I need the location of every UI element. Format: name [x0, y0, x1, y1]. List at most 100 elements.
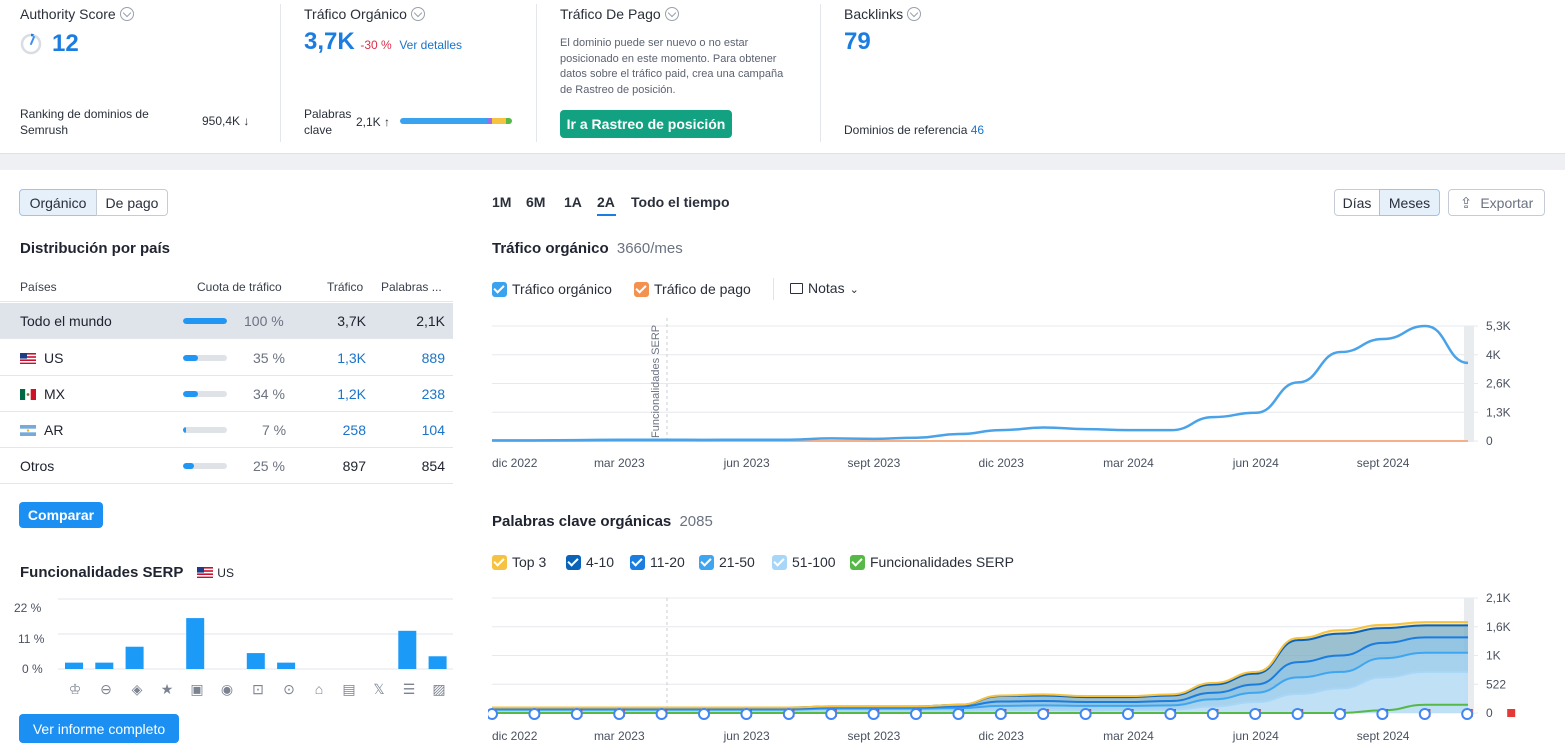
legend-51-100[interactable]: 51-100 [772, 554, 836, 570]
compare-button[interactable]: Comparar [19, 502, 103, 528]
legend-21-50-label: 21-50 [719, 554, 755, 570]
legend-11-20[interactable]: 11-20 [630, 554, 685, 570]
serp-y-tick: 0 % [22, 662, 43, 676]
google-update-icon [1122, 708, 1134, 720]
google-update-icon [1291, 708, 1304, 720]
traffic-x-tick: sept 2024 [1357, 456, 1410, 470]
organic-traffic-chart[interactable]: 5,3K 4K 2,6K 1,3K 0 Funcionalidades SERP dic 2… [488, 310, 1518, 478]
traffic-chart-title: Tráfico orgánico [492, 240, 609, 257]
us-flag-icon [197, 567, 214, 578]
google-update-icon [613, 708, 626, 720]
header-keywords[interactable]: Palabras ... [381, 280, 442, 294]
months-button[interactable]: Meses [1379, 189, 1440, 216]
serp-features-chart [58, 598, 453, 670]
country-traffic[interactable]: 1,2K [337, 386, 366, 402]
serp-annotation-label: Funcionalidades SERP [650, 325, 662, 438]
info-icon[interactable] [664, 7, 679, 21]
legend-21-50[interactable]: 21-50 [699, 554, 755, 570]
full-report-button[interactable]: Ver informe completo [19, 714, 179, 743]
serp-bar [398, 630, 417, 669]
news-icon[interactable]: ▤ [340, 681, 358, 698]
organic-toggle[interactable]: Orgánico [19, 189, 97, 216]
traffic-current-period-band [1464, 326, 1474, 442]
header-traffic[interactable]: Tráfico [327, 280, 363, 294]
checkbox-icon [634, 282, 649, 297]
country-row-mx[interactable]: MX 34 % 1,2K 238 [0, 376, 453, 412]
google-update-icon [1164, 708, 1177, 720]
period-active-underline [597, 214, 616, 216]
period-2a[interactable]: 2A [597, 194, 615, 210]
position-tracking-button[interactable]: Ir a Rastreo de posición [560, 110, 732, 138]
traffic-y-tick: 5,3K [1486, 319, 1511, 333]
checkbox-icon [492, 555, 507, 570]
country-name: MX [44, 386, 65, 402]
info-icon[interactable] [410, 7, 425, 21]
country-traffic[interactable]: 1,3K [337, 350, 366, 366]
image-icon[interactable]: ▣ [188, 681, 206, 698]
organic-keywords-chart[interactable]: 2,1K 1,6K 1K 522 0 dic 2022 mar 2023 jun 2023 se… [488, 585, 1518, 745]
paid-toggle[interactable]: De pago [96, 189, 168, 216]
period-6m[interactable]: 6M [526, 194, 545, 210]
legend-51-100-label: 51-100 [792, 554, 836, 570]
legend-organic-traffic[interactable]: Tráfico orgánico [492, 281, 612, 297]
keywords-x-tick: jun 2024 [1232, 729, 1279, 743]
google-update-icon [1418, 708, 1431, 720]
export-button[interactable]: ⇪ Exportar [1448, 189, 1545, 216]
share-bar [183, 463, 227, 469]
country-traffic[interactable]: 258 [343, 422, 366, 438]
export-icon: ⇪ [1459, 194, 1473, 212]
legend-serp-features[interactable]: Funcionalidades SERP [850, 554, 1014, 570]
details-link[interactable]: Ver detalles [399, 38, 462, 52]
country-keywords[interactable]: 238 [422, 386, 445, 402]
info-icon[interactable] [119, 7, 134, 21]
period-all-time[interactable]: Todo el tiempo [631, 194, 730, 210]
country-share: 100 % [244, 313, 284, 329]
paid-traffic-title: Tráfico De Pago [560, 6, 661, 22]
rank-value[interactable]: 950,4K ↓ [202, 114, 249, 128]
google-update-icon [740, 708, 753, 720]
country-row-worldwide[interactable]: Todo el mundo 100 % 3,7K 2,1K [0, 303, 453, 339]
backlinks-value[interactable]: 79 [844, 28, 871, 56]
star-icon[interactable]: ★ [158, 681, 176, 698]
authority-score-title: Authority Score [20, 6, 116, 22]
period-1a[interactable]: 1A [564, 194, 582, 210]
x-icon[interactable]: 𝕏 [370, 681, 388, 698]
link-icon[interactable]: ⊖ [97, 681, 115, 698]
referring-domains-value[interactable]: 46 [971, 123, 984, 137]
country-row-ar[interactable]: AR 7 % 258 104 [0, 412, 453, 448]
days-button[interactable]: Días [1334, 189, 1380, 216]
video-icon[interactable]: ◉ [218, 681, 236, 698]
traffic-y-tick: 4K [1486, 348, 1501, 362]
backlinks-title: Backlinks [844, 6, 904, 22]
country-keywords[interactable]: 889 [422, 350, 445, 366]
period-1m[interactable]: 1M [492, 194, 511, 210]
country-keywords[interactable]: 104 [422, 422, 445, 438]
list-icon[interactable]: ☰ [400, 681, 418, 698]
google-update-icon [570, 708, 583, 720]
google-update-icon [952, 708, 965, 720]
google-update-icon [488, 708, 498, 720]
legend-top3[interactable]: Top 3 [492, 554, 546, 570]
notes-icon [790, 283, 803, 294]
keywords-y-tick: 0 [1486, 706, 1493, 720]
knowledge-panel-icon[interactable]: ◈ [128, 681, 146, 698]
legend-paid-traffic[interactable]: Tráfico de pago [634, 281, 751, 297]
organic-traffic-value[interactable]: 3,7K [304, 28, 355, 55]
comment-icon[interactable]: ⊡ [249, 681, 267, 698]
keywords-x-tick: sept 2023 [848, 729, 901, 743]
legend-4-10[interactable]: 4-10 [566, 554, 614, 570]
country-row-others[interactable]: Otros 25 % 897 854 [0, 448, 453, 484]
graduation-icon[interactable]: ⌂ [310, 681, 328, 697]
keywords-value[interactable]: 2,1K ↑ [356, 115, 390, 129]
divider [773, 278, 774, 300]
google-update-icon [867, 708, 880, 720]
featured-snippet-icon[interactable]: ♔ [66, 681, 84, 698]
country-name: Todo el mundo [20, 313, 112, 329]
info-icon[interactable] [907, 7, 922, 21]
gallery-icon[interactable]: ▨ [430, 681, 448, 698]
country-traffic: 3,7K [337, 313, 366, 329]
keywords-chart-title: Palabras clave orgánicas [492, 513, 672, 530]
notes-dropdown[interactable]: Notas ⌄ [790, 280, 859, 296]
country-row-us[interactable]: US 35 % 1,3K 889 [0, 340, 453, 376]
location-icon[interactable]: ⊙ [280, 681, 298, 698]
